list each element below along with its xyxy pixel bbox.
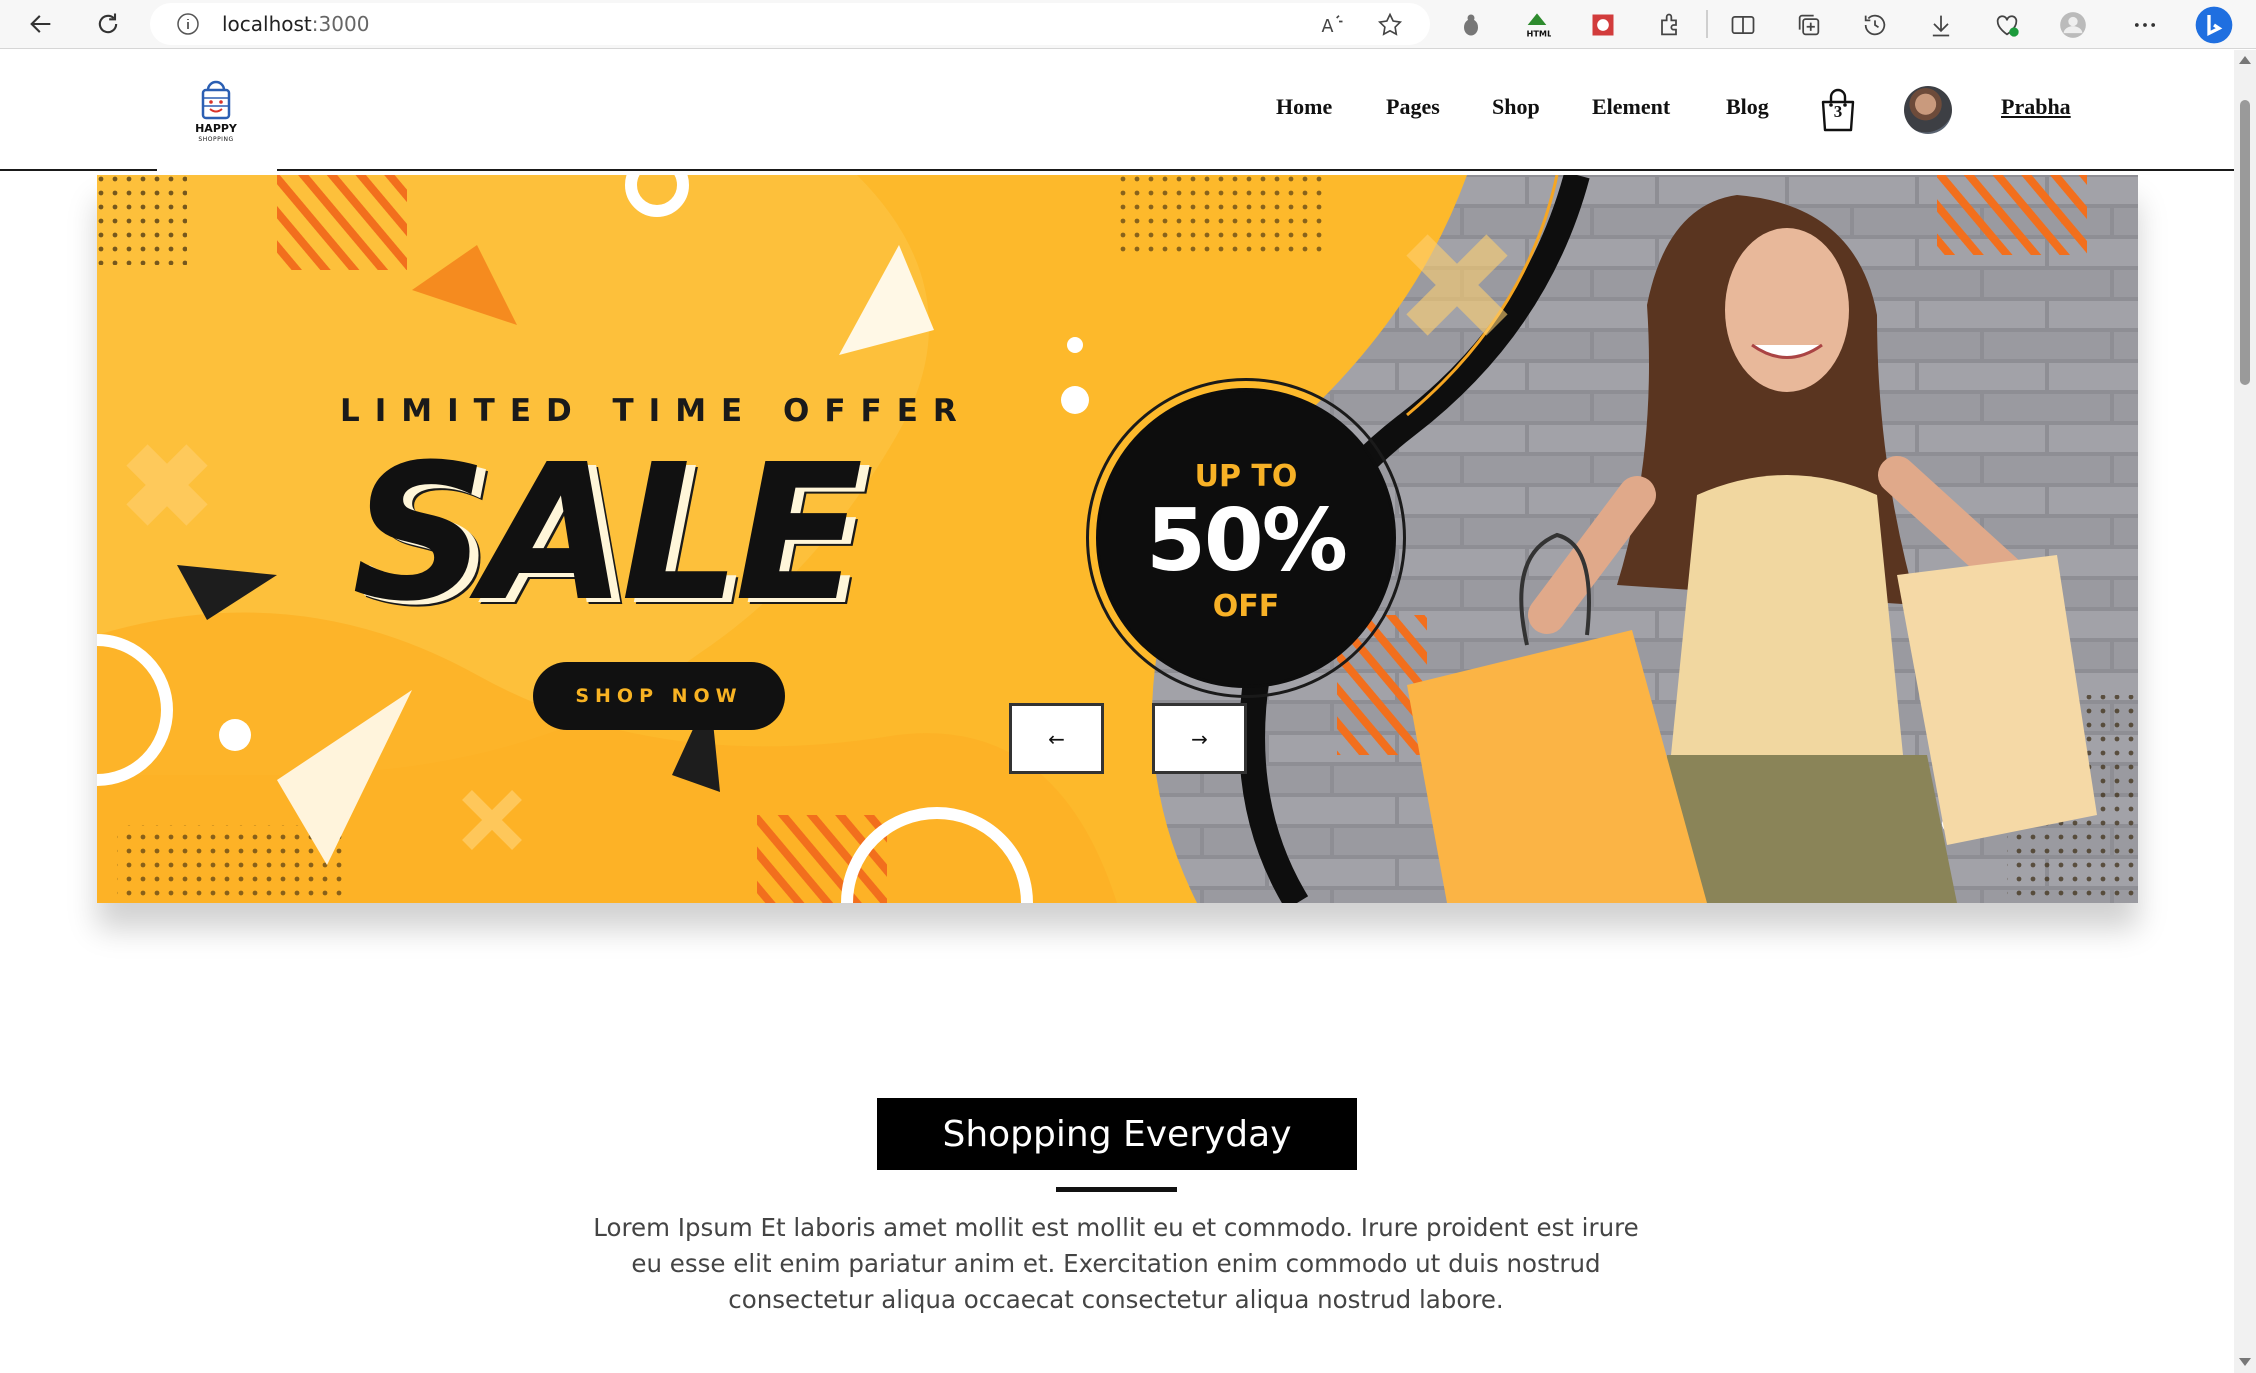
username-link[interactable]: Prabha — [2001, 94, 2071, 120]
shop-now-button[interactable]: SHOP NOW — [533, 662, 785, 730]
cart-button[interactable]: 3 — [1818, 88, 1858, 132]
nav-shop[interactable]: Shop — [1492, 94, 1540, 120]
hero-banner: LIMITED TIME OFFER SALE SHOP NOW UP TO 5… — [97, 175, 2138, 903]
extension-image-icon[interactable] — [1584, 6, 1622, 44]
back-arrow-icon — [30, 15, 51, 33]
badge-bottom-text: OFF — [1212, 589, 1280, 624]
cart-count: 3 — [1833, 102, 1843, 121]
address-bar[interactable]: localhost:3000 A — [150, 3, 1430, 45]
section-divider — [1056, 1187, 1177, 1192]
extensions-puzzle-icon[interactable] — [1650, 6, 1688, 44]
section-title: Shopping Everyday — [877, 1098, 1357, 1170]
more-options-icon[interactable] — [2126, 6, 2164, 44]
scroll-down-arrow-icon[interactable] — [2239, 1358, 2251, 1366]
nav-element[interactable]: Element — [1592, 94, 1670, 120]
discount-badge: UP TO 50% OFF — [1096, 388, 1396, 688]
downloads-icon[interactable] — [1922, 6, 1960, 44]
carousel-next-button[interactable]: → — [1152, 703, 1247, 774]
site-header: HAPPY SHOPPING Home Pages Shop Element B… — [0, 50, 2234, 190]
site-logo[interactable]: HAPPY SHOPPING — [157, 78, 277, 190]
shopping-bag-logo-icon — [201, 80, 231, 120]
nav-home[interactable]: Home — [1276, 94, 1332, 120]
logo-text-primary: HAPPY — [195, 122, 237, 135]
favorite-star-icon[interactable] — [1376, 11, 1404, 39]
toolbar-separator — [1706, 10, 1708, 38]
info-icon[interactable] — [176, 12, 200, 36]
user-avatar[interactable] — [1904, 86, 1952, 134]
browser-toolbar: localhost:3000 A HTML — [0, 0, 2256, 49]
page-scrollbar[interactable] — [2234, 50, 2256, 1373]
svg-text:A: A — [1322, 17, 1334, 37]
logo-text-secondary: SHOPPING — [198, 136, 234, 143]
carousel-prev-button[interactable]: ← — [1009, 703, 1104, 774]
banner-headline: SALE — [352, 424, 863, 643]
profile-icon[interactable] — [2054, 6, 2092, 44]
browser-essentials-icon[interactable] — [1988, 6, 2026, 44]
history-icon[interactable] — [1856, 6, 1894, 44]
copilot-icon[interactable] — [2192, 3, 2236, 47]
scrollbar-thumb[interactable] — [2240, 100, 2250, 385]
nav-pages[interactable]: Pages — [1386, 94, 1440, 120]
section-description: Lorem Ipsum Et laboris amet mollit est m… — [593, 1213, 1639, 1314]
reload-icon — [98, 13, 118, 34]
svg-text:HTML: HTML — [1527, 29, 1552, 39]
extension-html-icon[interactable]: HTML — [1518, 6, 1556, 44]
scroll-up-arrow-icon[interactable] — [2239, 56, 2251, 64]
reload-button[interactable] — [88, 4, 128, 44]
url-text[interactable]: localhost:3000 — [222, 12, 369, 36]
split-screen-icon[interactable] — [1724, 6, 1762, 44]
badge-top-text: UP TO — [1194, 459, 1298, 494]
collections-icon[interactable] — [1790, 6, 1828, 44]
read-aloud-icon[interactable]: A — [1318, 11, 1346, 39]
badge-percent: 50% — [1146, 491, 1348, 591]
extension-bug-icon[interactable] — [1452, 6, 1490, 44]
back-button[interactable] — [21, 4, 61, 44]
nav-blog[interactable]: Blog — [1726, 94, 1769, 120]
